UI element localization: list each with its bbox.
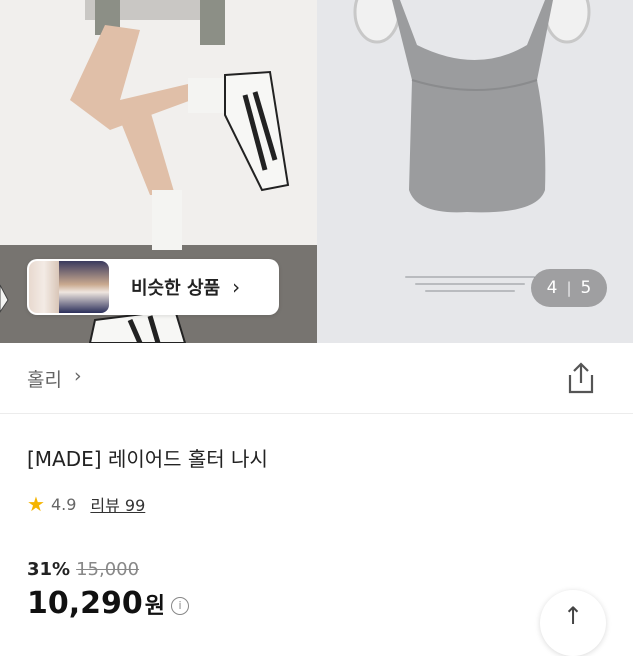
chevron-right-icon: › — [74, 365, 82, 387]
similar-products-button[interactable]: 비슷한 상품 › — [27, 259, 279, 315]
photo-caption-text — [405, 276, 535, 297]
scroll-to-top-button[interactable]: ↑ — [540, 590, 606, 656]
info-icon[interactable]: i — [171, 596, 190, 615]
share-icon — [568, 362, 594, 394]
rating-value: 4.9 — [50, 494, 77, 514]
store-row: 홀리 › — [0, 343, 633, 414]
rating-row: ★ 4.9 리뷰 99 — [27, 492, 145, 516]
discount-row: 31% 15,000 — [27, 559, 139, 580]
price-row: 10,290 원 i — [27, 586, 190, 621]
image-counter: 4 | 5 — [531, 269, 607, 307]
similar-products-label: 비슷한 상품 — [131, 278, 221, 299]
original-price: 15,000 — [76, 559, 140, 580]
chevron-right-icon: › — [232, 275, 241, 299]
store-name-link[interactable]: 홀리 — [27, 365, 62, 392]
arrow-up-icon: ↑ — [562, 602, 584, 630]
product-image-gallery[interactable]: 비슷한 상품 › 4 | 5 — [0, 0, 633, 343]
currency-unit: 원 — [144, 594, 166, 619]
counter-current: 4 — [546, 278, 558, 298]
discount-percent: 31% — [27, 559, 71, 580]
counter-total: 5 — [580, 278, 592, 298]
share-button[interactable] — [565, 361, 597, 395]
similar-product-thumbnails — [29, 261, 109, 313]
similar-thumb — [59, 261, 109, 313]
similar-thumb — [29, 261, 59, 313]
star-icon: ★ — [27, 492, 45, 516]
counter-separator: | — [566, 279, 572, 297]
product-title: [MADE] 레이어드 홀터 나시 — [27, 447, 268, 471]
sale-price: 10,290 — [27, 586, 143, 621]
review-link[interactable]: 리뷰 99 — [90, 492, 145, 516]
